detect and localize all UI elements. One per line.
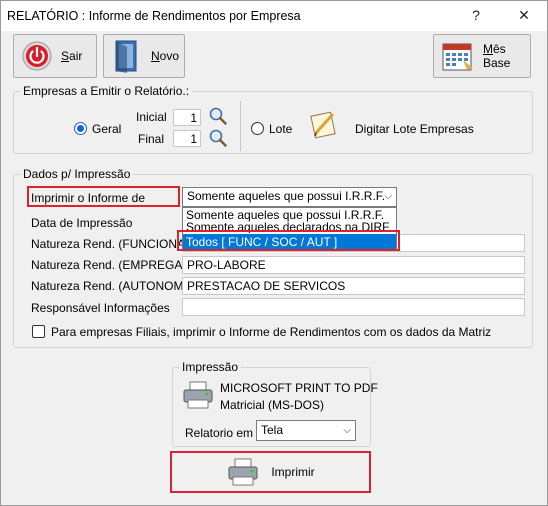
report-window: RELATÓRIO : Informe de Rendimentos por E… [0,0,548,506]
help-button[interactable]: ? [456,1,496,29]
nat-autonomo-input[interactable]: PRESTACAO DE SERVICOS [182,277,525,295]
calendar-icon [441,40,475,72]
impressao-group-title: Impressão [179,360,242,374]
imprimir-informe-label: Imprimir o Informe de [31,191,146,205]
mes-base-button[interactable]: Mês Base [433,34,531,78]
title-bar: RELATÓRIO : Informe de Rendimentos por E… [1,1,547,31]
final-input[interactable]: 1 [173,130,201,147]
group-separator [240,101,241,151]
printer-name: MICROSOFT PRINT TO PDF [220,381,378,395]
responsavel-label: Responsável Informações [31,301,170,315]
imprimir-informe-select[interactable]: Somente aqueles que possui I.R.R.F. ⌵ [182,187,397,207]
mes-base-label: Mês Base [483,42,511,70]
sair-label: Sair [61,49,83,63]
notepad-pencil-icon[interactable] [309,108,339,143]
relatorio-selected-value: Tela [261,423,284,437]
imprimir-informe-dropdown: Somente aqueles que possui I.R.R.F. Some… [182,207,397,251]
sair-button[interactable]: Sair [13,34,97,78]
search-icon[interactable] [208,128,228,151]
novo-label: Novo [151,49,180,63]
dropdown-option-irrf[interactable]: Somente aqueles que possui I.R.R.F. [183,209,396,222]
chevron-down-icon[interactable]: ⌵ [343,421,351,440]
geral-label: Geral [92,122,122,136]
search-icon[interactable] [208,106,228,129]
responsavel-input[interactable] [182,298,525,316]
nat-funcionario-label: Natureza Rend. (FUNCIONA) [31,237,190,251]
new-document-icon [113,39,139,73]
lote-label: Lote [269,122,293,136]
printer-icon [182,380,214,413]
digitar-lote-button[interactable]: Digitar Lote Empresas [355,122,474,136]
geral-radio[interactable] [74,122,87,135]
power-icon [21,40,53,72]
imprimir-selected-value: Somente aqueles que possui I.R.R.F. [187,189,386,203]
relatorio-em-label: Relatorio em : [185,426,260,440]
relatorio-em-select[interactable]: Tela ⌵ [256,420,356,441]
printer-icon [227,458,259,486]
printer-mode: Matricial (MS-DOS) [220,398,324,412]
imprimir-label: Imprimir [271,465,315,479]
chevron-down-icon[interactable]: ⌵ [384,188,392,205]
dropdown-option-dirf[interactable]: Somente aqueles declarados na DIRF [183,222,396,233]
nat-empregado-label: Natureza Rend. (EMPREGAD) [31,258,196,272]
data-impressao-label: Data de Impressão [31,216,133,230]
nat-empregado-input[interactable]: PRO-LABORE [182,256,525,274]
empresas-group-title: Empresas a Emitir o Relatório.: [20,84,193,98]
final-label: Final [138,132,165,146]
imprimir-button[interactable]: Imprimir [176,454,366,490]
filiais-checkbox-label: Para empresas Filiais, imprimir o Inform… [51,325,492,339]
dados-group-title: Dados p/ Impressão [20,167,134,181]
close-button[interactable]: ✕ [504,1,544,29]
lote-radio[interactable] [251,122,264,135]
inicial-label: Inicial [136,110,167,124]
nat-autonomo-label: Natureza Rend. (AUTONOMO) [31,279,197,293]
novo-button[interactable]: Novo [103,34,185,78]
filiais-checkbox[interactable] [32,325,45,338]
window-title: RELATÓRIO : Informe de Rendimentos por E… [7,9,301,23]
dropdown-option-todos[interactable]: Todos [ FUNC / SOC / AUT ] [183,234,396,250]
inicial-input[interactable]: 1 [173,109,201,126]
